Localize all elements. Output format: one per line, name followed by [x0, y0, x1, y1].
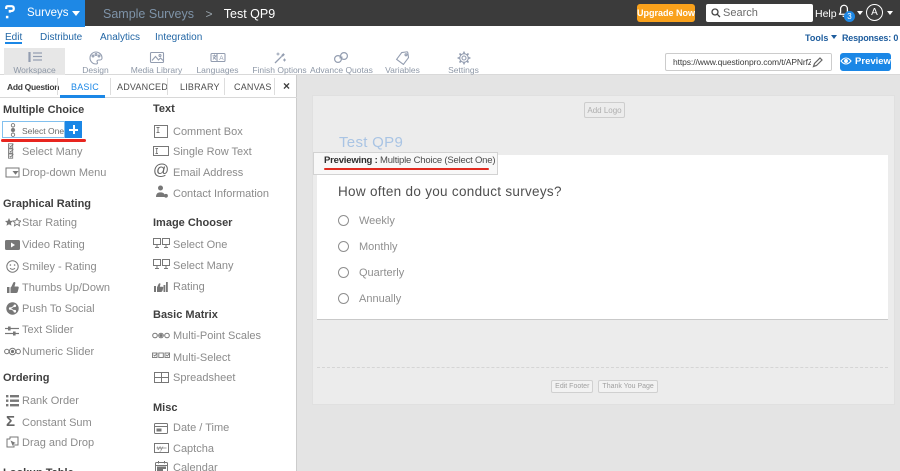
- svg-text:A: A: [219, 55, 224, 62]
- svg-text:vy: vy: [157, 446, 164, 452]
